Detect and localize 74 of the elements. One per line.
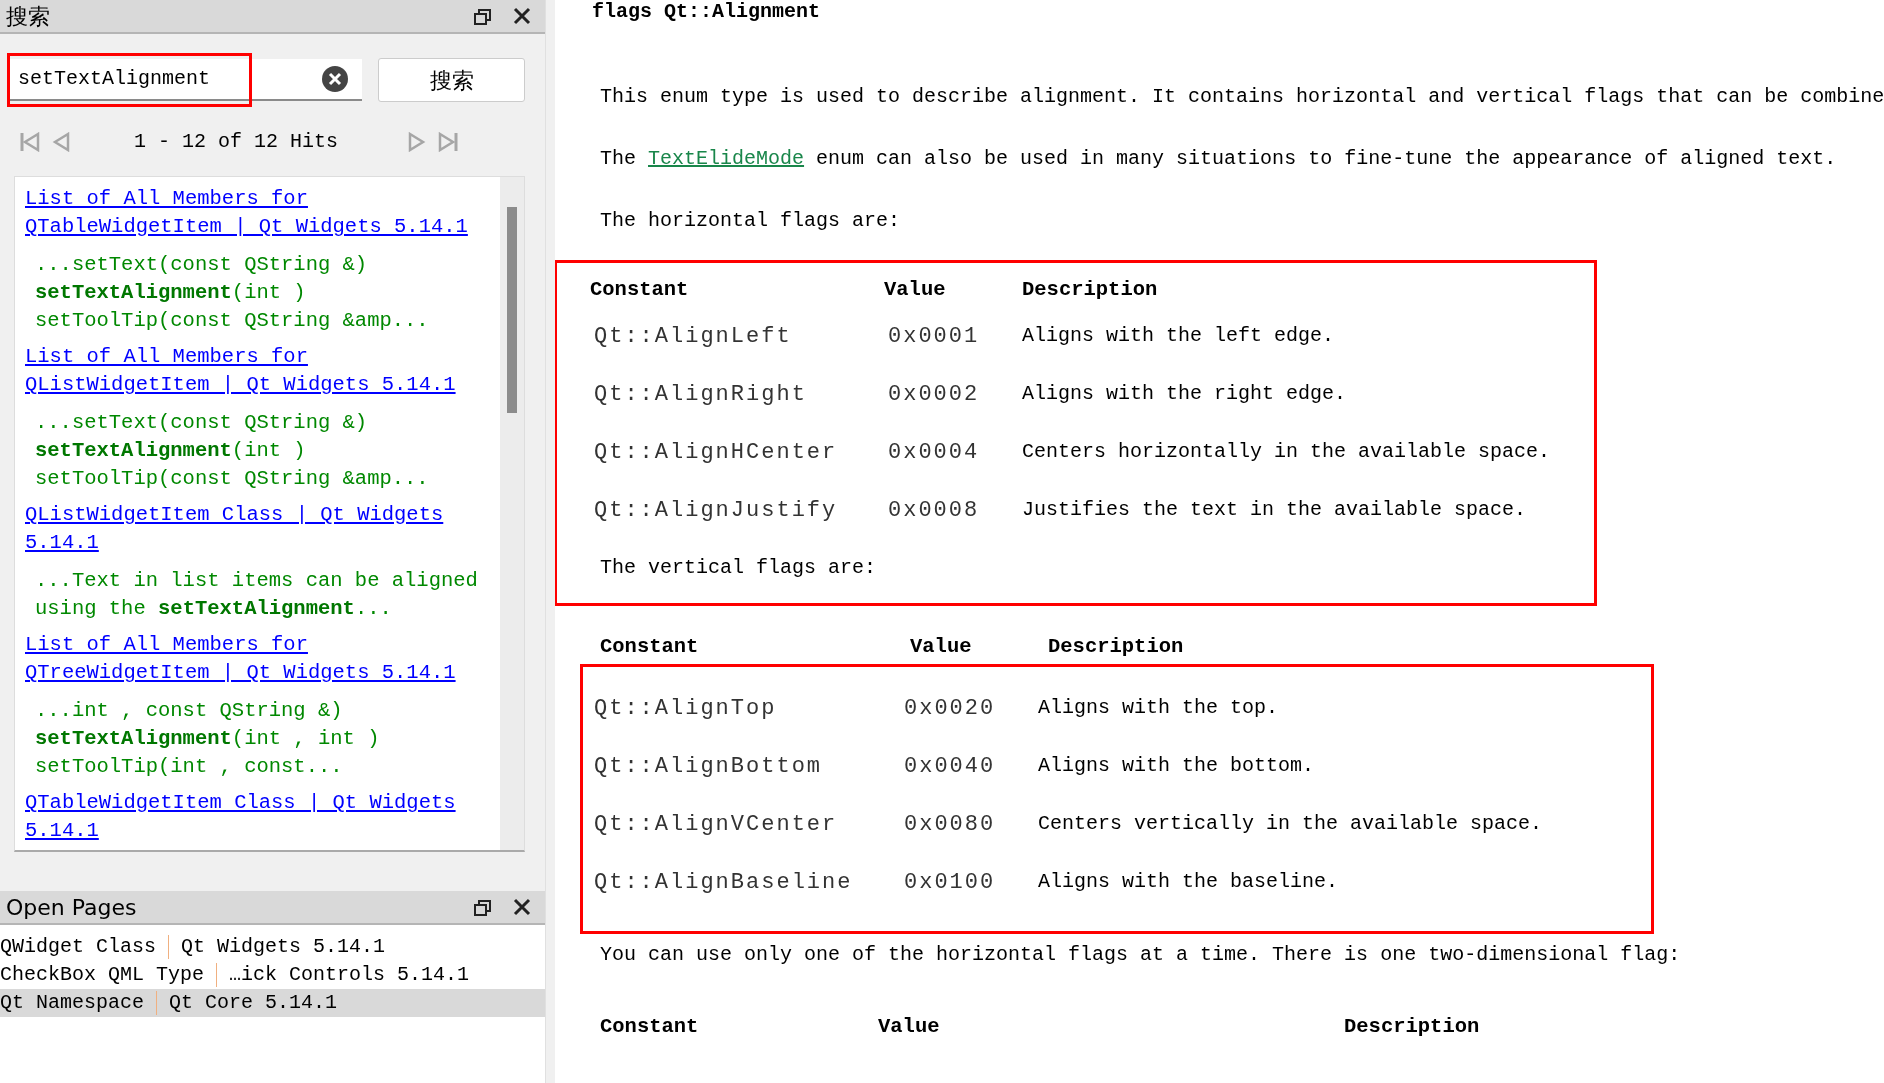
next-icon[interactable] [408, 132, 427, 152]
column-header: Value [884, 276, 947, 303]
panel-title: Open Pages [6, 893, 138, 922]
column-header: Description [1048, 633, 1184, 660]
panel-title: 搜索 [6, 2, 51, 31]
table-cell-text: Centers horizontally in the available space. [1022, 439, 1551, 465]
table-cell-text: Aligns with the left edge. [1022, 323, 1336, 349]
table-cell-text: Qt::AlignJustify [593, 496, 839, 525]
hit-count: 1 - 12 of 12 Hits [134, 129, 339, 155]
search-button[interactable]: 搜索 [378, 58, 525, 102]
table-cell-text: Justifies the text in the available space. [1022, 497, 1528, 523]
scrollbar-thumb[interactable] [507, 207, 517, 413]
table-cell-text: 0x0080 [903, 810, 997, 839]
table-cell-text: Qt::AlignLeft [593, 322, 793, 351]
module-name: Qt Widgets 5.14.1 [181, 934, 386, 960]
first-page-icon[interactable] [20, 132, 40, 152]
page-title: QWidget Class [0, 934, 157, 960]
module-name: Qt Core 5.14.1 [169, 990, 338, 1016]
column-header: Constant [600, 630, 910, 664]
undock-icon[interactable] [474, 898, 491, 916]
result-snippet: ...setText(const QString &) setTextAlignment(int ) setToolTip(const QString &amp... [35, 410, 430, 492]
previous-icon[interactable] [52, 132, 70, 152]
table-cell-text: Aligns with the baseline. [1038, 869, 1340, 895]
close-icon[interactable] [513, 898, 531, 916]
column-header: Description [1344, 1013, 1480, 1040]
table-cell: 0x0020 [900, 679, 1038, 737]
paragraph: The TextElideMode enum can also be used in many situations to fine-tune the appearance of aligned text. [600, 146, 1838, 172]
search-input[interactable]: setTextAlignment [16, 63, 322, 95]
page-title: CheckBox QML Type [0, 962, 205, 988]
open-page-item[interactable]: Qt Namespace Qt Core 5.14.1 [0, 989, 545, 1017]
table-cell-text: Qt::AlignHCenter [593, 438, 839, 467]
undock-icon[interactable] [474, 7, 491, 25]
column-header: Description [1022, 276, 1159, 303]
clear-icon[interactable] [322, 66, 348, 92]
close-icon[interactable] [513, 7, 531, 25]
paragraph: You can use only one of the horizontal flags at a time. There is one two-dimensional flag: [600, 942, 1682, 968]
column-header: Value [910, 633, 973, 660]
result-link[interactable]: List of All Members for QTreeWidgetItem | Qt Widgets 5.14.1 [25, 631, 499, 687]
table-cell-text: Aligns with the top. [1038, 695, 1280, 721]
table-cell-text: 0x0004 [887, 438, 981, 467]
table-cell: 0x0001 [884, 307, 1022, 365]
result-snippet: ...Text in list items can be aligned using the setTextAlignment... [35, 568, 479, 622]
table-cell-text: Centers vertically in the available space. [1038, 811, 1543, 837]
last-page-icon[interactable] [438, 132, 459, 152]
table-cell: 0x0100 [900, 853, 1038, 911]
page-title: Qt Namespace [0, 990, 145, 1016]
table-cell: 0x0040 [900, 737, 1038, 795]
table-cell-text: Qt::AlignVCenter [593, 810, 839, 839]
open-page-item[interactable]: QWidget Class Qt Widgets 5.14.1 [0, 933, 545, 961]
search-field[interactable]: setTextAlignment [8, 59, 362, 101]
page-heading: flags Qt::Alignment [592, 0, 822, 24]
result-link[interactable]: QTableWidgetItem Class | Qt Widgets 5.14.1 [25, 789, 499, 845]
paragraph: This enum type is used to describe alignment. It contains horizontal and vertical flags that can be combine [600, 84, 1884, 110]
table-cell-text: Qt::AlignBottom [593, 752, 824, 781]
column-header: Constant [590, 273, 884, 307]
table-cell: 0x0002 [884, 365, 1022, 423]
column-header: Constant [600, 1010, 878, 1044]
column-header: Value [878, 1013, 941, 1040]
result-link[interactable]: QListWidgetItem Class | Qt Widgets 5.14.1 [25, 501, 499, 557]
table-cell-text: Qt::AlignTop [593, 694, 778, 723]
paragraph: The vertical flags are: [600, 555, 878, 581]
paragraph: The horizontal flags are: [600, 208, 902, 234]
result-link[interactable]: List of All Members for QListWidgetItem | Qt Widgets 5.14.1 [25, 343, 499, 399]
table-cell-text: Aligns with the bottom. [1038, 753, 1316, 779]
open-page-item[interactable]: CheckBox QML Type …ick Controls 5.14.1 [0, 961, 545, 989]
module-name: …ick Controls 5.14.1 [229, 962, 470, 988]
table-cell-text: Aligns with the right edge. [1022, 381, 1348, 407]
doc-link[interactable]: TextElideMode [648, 147, 805, 170]
table-cell-text: 0x0008 [887, 496, 981, 525]
table-cell-text: Qt::AlignRight [593, 380, 808, 409]
result-link[interactable]: List of All Members for QTableWidgetItem | Qt Widgets 5.14.1 [25, 185, 499, 241]
table-cell-text: Qt::AlignBaseline [593, 868, 854, 897]
result-snippet: ...int , const QString &) setTextAlignment(int , int ) setToolTip(int , const... [35, 698, 381, 780]
result-snippet: ...setText(const QString &) setTextAlignment(int ) setToolTip(const QString &amp... [35, 252, 430, 334]
